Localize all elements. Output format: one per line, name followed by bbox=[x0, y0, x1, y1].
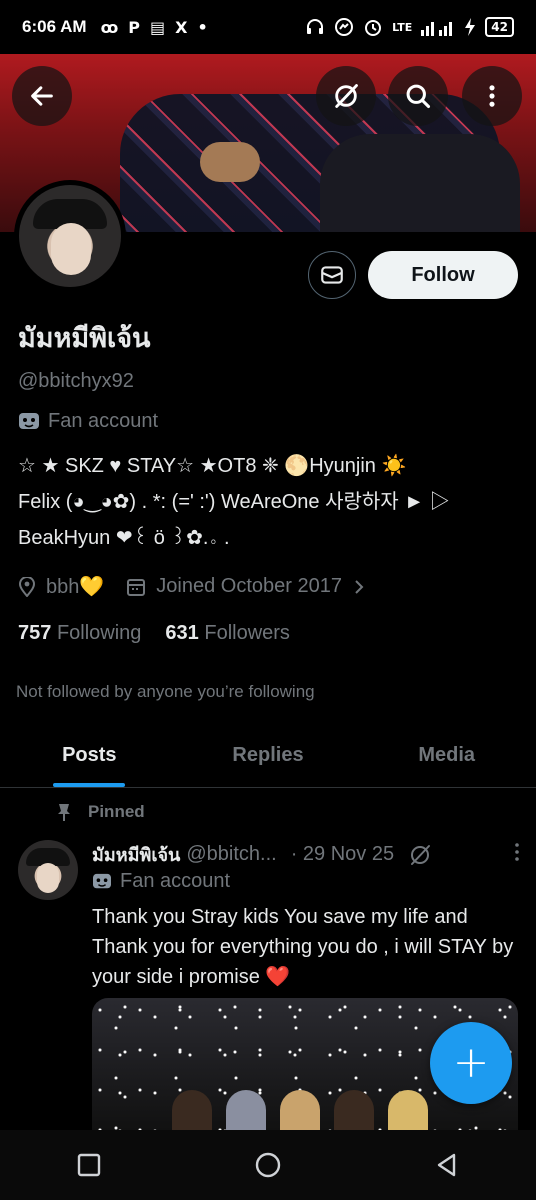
plus-icon: + bbox=[452, 1037, 490, 1088]
location-icon bbox=[18, 576, 36, 597]
followers-link[interactable]: 631 Followers bbox=[165, 622, 290, 645]
system-icons: LTE 42 bbox=[305, 17, 514, 37]
search-icon bbox=[406, 84, 431, 109]
bio-line: ☆ ★ SKZ ♥ STAY☆ ★OT8 ❈ 🌕Hyunjin ☀️ bbox=[18, 455, 407, 477]
messenger-icon bbox=[335, 18, 354, 36]
following-label: Following bbox=[56, 622, 142, 644]
following-link[interactable]: 757 Following bbox=[18, 622, 141, 645]
tab-posts[interactable]: Posts bbox=[0, 724, 179, 787]
avatar-image bbox=[19, 185, 121, 287]
system-navigation-bar bbox=[0, 1130, 536, 1200]
square-icon bbox=[78, 1153, 101, 1177]
profile-affiliate-label[interactable]: Fan account bbox=[18, 410, 158, 433]
following-count: 757 bbox=[18, 622, 52, 644]
more-vertical-icon bbox=[515, 842, 519, 861]
news-icon: ▤ bbox=[150, 17, 166, 37]
media-figure bbox=[226, 1090, 266, 1130]
home-button[interactable] bbox=[238, 1140, 298, 1190]
charging-icon bbox=[465, 18, 476, 36]
profile-tabs: Posts Replies Media bbox=[0, 724, 536, 788]
follow-stats: 757 Following 631 Followers bbox=[18, 622, 290, 645]
headset-icon bbox=[307, 19, 324, 34]
location-text: bbh💛 bbox=[46, 576, 105, 598]
x-app-icon: X bbox=[175, 17, 188, 37]
recents-button[interactable] bbox=[59, 1140, 119, 1190]
tab-replies[interactable]: Replies bbox=[179, 724, 358, 787]
avatar-face bbox=[51, 223, 91, 275]
media-figure bbox=[172, 1090, 212, 1130]
profile-handle: @bbitchyx92 bbox=[18, 370, 134, 392]
profile-name: มัมหมีพิเจ้น bbox=[18, 323, 151, 354]
more-vertical-icon bbox=[489, 85, 495, 107]
arrow-left-icon bbox=[31, 86, 53, 106]
status-bar: 6:06 AM ꝏ P ▤ X • LTE 42 bbox=[0, 0, 536, 54]
mutual-followers-note: Not followed by anyone you’re following bbox=[16, 682, 315, 701]
follow-button[interactable]: Follow bbox=[368, 251, 518, 299]
banner-photo-figure bbox=[320, 134, 520, 232]
pin-icon bbox=[58, 804, 70, 821]
avatar-face bbox=[37, 863, 59, 893]
grok-icon bbox=[411, 844, 431, 865]
media-figure bbox=[334, 1090, 374, 1130]
media-figure bbox=[280, 1090, 320, 1130]
alarm-icon bbox=[365, 20, 382, 36]
tweet-more-button[interactable] bbox=[512, 841, 522, 869]
search-button[interactable] bbox=[388, 66, 448, 126]
grok-icon bbox=[335, 84, 358, 108]
back-nav-button[interactable] bbox=[417, 1140, 477, 1190]
p-app-icon: P bbox=[128, 17, 140, 37]
tweet-author-handle[interactable]: @bbitch... bbox=[186, 843, 276, 866]
network-label: LTE bbox=[392, 20, 413, 34]
tweet-avatar[interactable] bbox=[18, 840, 78, 900]
tweet-header: มัมหมีพิเจ้น @bbitch... · 29 Nov 25 bbox=[92, 840, 522, 869]
tweet-author-name[interactable]: มัมหมีพิเจ้น bbox=[92, 840, 180, 869]
tweet-label-text: Fan account bbox=[120, 870, 231, 892]
tweet-text: Thank you Stray kids You save my life an… bbox=[92, 906, 514, 988]
message-button[interactable] bbox=[308, 251, 356, 299]
grok-button[interactable] bbox=[316, 66, 376, 126]
bio-line: BeakHyun ❤︎꒰ ö ꒱✿.。. bbox=[18, 527, 230, 549]
compose-button[interactable]: + bbox=[430, 1022, 512, 1104]
pinned-label: Pinned bbox=[88, 802, 145, 821]
mask-icon bbox=[19, 412, 39, 429]
battery-indicator: 42 bbox=[485, 17, 514, 37]
status-time: 6:06 AM bbox=[22, 17, 87, 36]
banner-photo-hair bbox=[200, 142, 260, 182]
joined-date: Joined October 2017 bbox=[156, 575, 342, 597]
gamepad-icon: ꝏ bbox=[100, 17, 119, 37]
profile-meta: bbh💛 Joined October 2017 bbox=[18, 574, 366, 599]
label-text: Fan account bbox=[48, 410, 159, 432]
tweet-affiliate-label: Fan account bbox=[92, 870, 230, 893]
signal-icon bbox=[421, 22, 453, 36]
triangle-back-icon bbox=[437, 1153, 455, 1177]
media-figures bbox=[172, 1090, 492, 1130]
profile-bio: ☆ ★ SKZ ♥ STAY☆ ★OT8 ❈ 🌕Hyunjin ☀️ Felix… bbox=[18, 448, 518, 556]
calendar-icon bbox=[127, 578, 146, 596]
mask-icon bbox=[93, 873, 111, 888]
more-options-button[interactable] bbox=[462, 66, 522, 126]
followers-label: Followers bbox=[204, 622, 290, 644]
followers-count: 631 bbox=[165, 622, 199, 644]
tweet-date[interactable]: · 29 Nov 25 bbox=[291, 843, 394, 866]
bio-line: Felix (◕‿◕✿) . *: (=' :') WeAreOne 사랑하자 … bbox=[18, 491, 450, 513]
more-notifications-dot: • bbox=[197, 17, 208, 37]
media-figure bbox=[388, 1090, 428, 1130]
notification-icons: ꝏ P ▤ X • bbox=[101, 18, 208, 37]
chevron-right-icon[interactable] bbox=[352, 578, 366, 596]
tab-media[interactable]: Media bbox=[357, 724, 536, 787]
circle-icon bbox=[255, 1152, 281, 1178]
pinned-indicator: Pinned bbox=[56, 802, 145, 822]
tweet-grok-button[interactable] bbox=[408, 843, 432, 867]
mail-icon bbox=[321, 266, 343, 284]
back-button[interactable] bbox=[12, 66, 72, 126]
profile-avatar[interactable] bbox=[14, 180, 126, 292]
